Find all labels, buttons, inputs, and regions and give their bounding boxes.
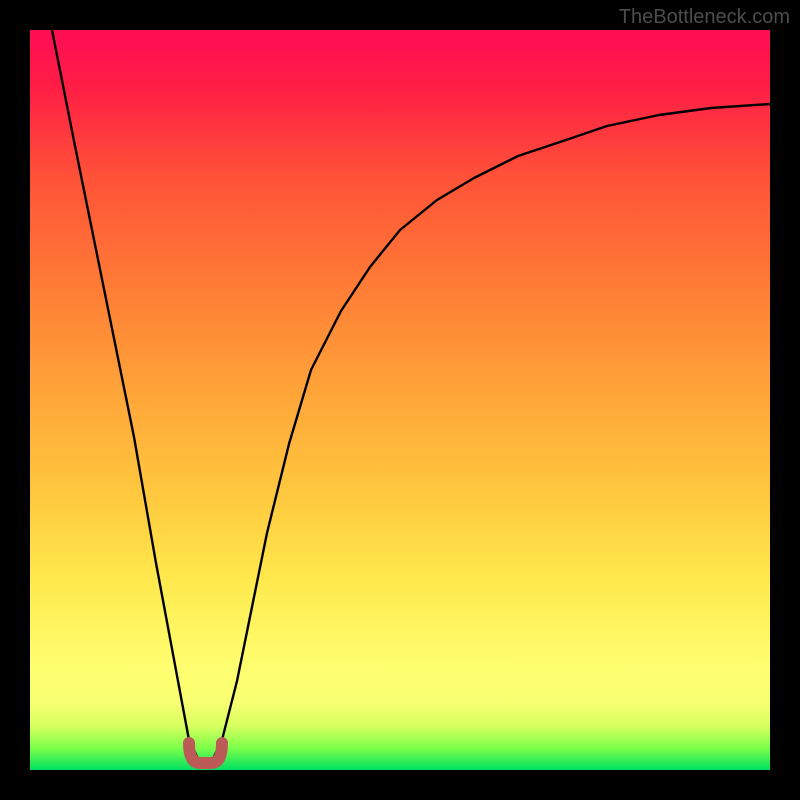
chart-frame: TheBottleneck.com (0, 0, 800, 800)
curve-layer (30, 30, 770, 770)
watermark-text: TheBottleneck.com (619, 6, 790, 29)
bottleneck-curve (52, 30, 770, 763)
optimal-region-marker (189, 743, 222, 763)
